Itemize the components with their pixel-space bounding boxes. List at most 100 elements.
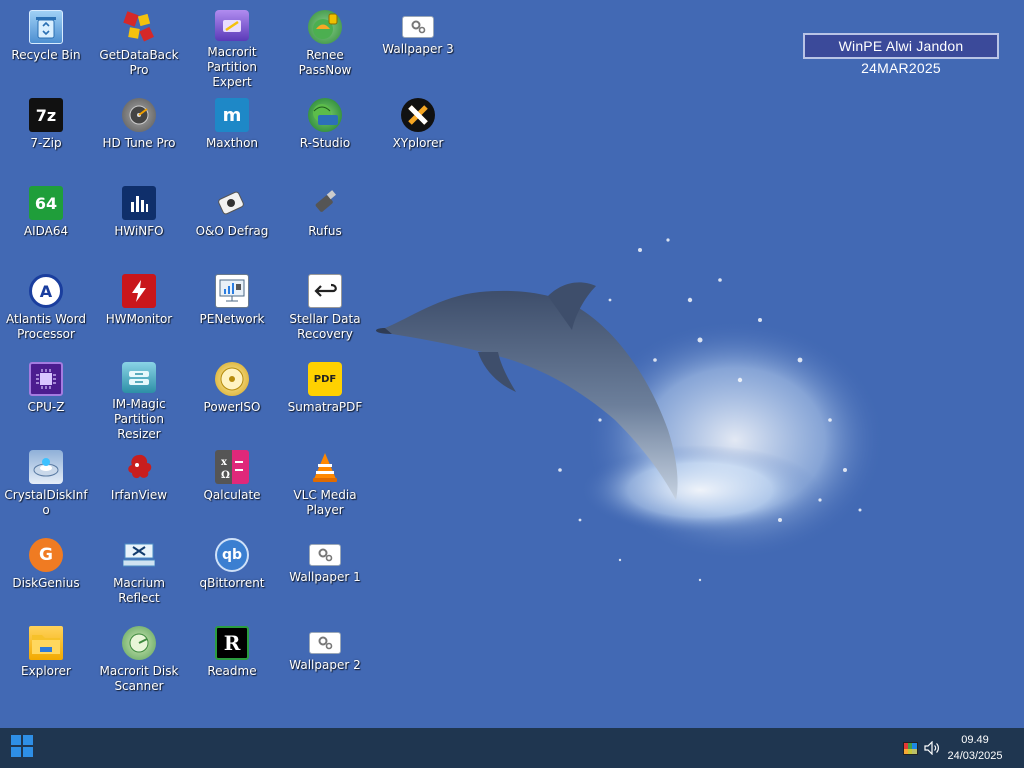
crystaldiskinfo-icon <box>29 450 63 484</box>
desktop-icon-label: Wallpaper 1 <box>289 570 361 584</box>
clock-time: 09.49 <box>961 734 989 746</box>
diskgenius-icon: G <box>29 538 63 572</box>
desktop-icon-label: Macrorit Disk Scanner <box>99 664 179 693</box>
recycle-bin-icon <box>29 10 63 44</box>
desktop-icon-label: qBittorrent <box>199 576 265 590</box>
qbittorrent-icon: qb <box>215 538 249 572</box>
desktop-icon-qalculate[interactable]: x Ω Qalculate <box>187 444 277 530</box>
desktop-icon-label: VLC Media Player <box>293 488 357 517</box>
desktop-icon-hwinfo[interactable]: HWiNFO <box>94 180 184 266</box>
desktop-icon-sumatrapdf[interactable]: PDF SumatraPDF <box>280 356 370 442</box>
windows-logo-icon <box>11 735 33 761</box>
desktop-icon-label: HWMonitor <box>105 312 173 326</box>
desktop-icon-penetwork[interactable]: PENetwork <box>187 268 277 354</box>
desktop-icon-readme[interactable]: R Readme <box>187 620 277 706</box>
desktop-icon-label: Macrorit Partition Expert <box>206 45 257 89</box>
desktop-icon-label: HWiNFO <box>114 224 164 238</box>
desktop-icon-aida64[interactable]: 64 AIDA64 <box>1 180 91 266</box>
desktop-icon-label: PowerISO <box>203 400 261 414</box>
desktop-icon-poweriso[interactable]: PowerISO <box>187 356 277 442</box>
macrium-icon <box>122 538 156 572</box>
desktop-icon-7-zip[interactable]: 7z 7-Zip <box>1 92 91 178</box>
svg-text:x: x <box>221 457 228 468</box>
taskbar: 09.49 24/03/2025 <box>0 728 1024 768</box>
desktop-icon-wallpaper-3[interactable]: Wallpaper 3 <box>373 4 463 90</box>
desktop-icon-wallpaper-2[interactable]: Wallpaper 2 <box>280 620 370 706</box>
desktop-icon-label: Atlantis Word Processor <box>6 312 86 341</box>
svg-text:Ω: Ω <box>221 470 230 481</box>
desktop-icon-label: SumatraPDF <box>287 400 363 414</box>
rstudio-icon <box>308 98 342 132</box>
desktop-icon-label: CPU-Z <box>27 400 65 414</box>
hwinfo-icon <box>122 186 156 220</box>
desktop-icon-label: Recycle Bin <box>11 48 81 62</box>
desktop-icon-label: Rufus <box>308 224 342 238</box>
maxthon-icon: m <box>215 98 249 132</box>
desktop-icon-label: IM-Magic Partition Resizer <box>112 397 166 441</box>
desktop-icon-macrium-reflect[interactable]: Macrium Reflect <box>94 532 184 618</box>
desktop-icon-label: Maxthon <box>205 136 259 150</box>
desktop-icon-label: 7-Zip <box>30 136 62 150</box>
xyplorer-icon <box>401 98 435 132</box>
qalculate-icon: xΩ <box>215 450 249 484</box>
desktop-icon-label: CrystalDiskInfo <box>4 488 88 517</box>
desktop[interactable]: Recycle Bin 7z 7-Zip 64 AIDA64 A Atlantis Word… <box>0 0 1024 728</box>
desktop-icon-xyplorer[interactable]: XYplorer <box>373 92 463 178</box>
desktop-icon-stellar-data-recovery[interactable]: Stellar Data Recovery <box>280 268 370 354</box>
desktop-icon-label: Macrium Reflect <box>113 576 165 605</box>
desktop-icon-wallpaper-1[interactable]: Wallpaper 1 <box>280 532 370 618</box>
system-clock[interactable]: 09.49 24/03/2025 <box>940 732 1010 764</box>
desktop-icon-irfanview[interactable]: IrfanView <box>94 444 184 530</box>
desktop-icon-label: HD Tune Pro <box>102 136 176 150</box>
clock-date: 24/03/2025 <box>947 750 1003 762</box>
desktop-icon-label: GetDataBack Pro <box>99 48 179 77</box>
desktop-icon-label: Renee PassNow <box>298 48 352 77</box>
desktop-icon-o-o-defrag[interactable]: O&O Defrag <box>187 180 277 266</box>
partition-expert-icon <box>215 10 249 41</box>
sumatrapdf-icon: PDF <box>308 362 342 396</box>
desktop-icon-crystaldiskinfo[interactable]: CrystalDiskInfo <box>1 444 91 530</box>
desktop-icon-label: XYplorer <box>392 136 444 150</box>
vlc-icon <box>308 450 342 484</box>
defrag-icon <box>215 186 249 220</box>
desktop-icon-maxthon[interactable]: m Maxthon <box>187 92 277 178</box>
start-button[interactable] <box>0 728 44 768</box>
desktop-icon-label: Wallpaper 2 <box>289 658 361 672</box>
folder-icon <box>29 626 63 660</box>
settings-gear-icon <box>309 632 341 654</box>
volume-icon[interactable] <box>924 740 940 756</box>
desktop-icon-macrorit-partition-expert[interactable]: Macrorit Partition Expert <box>187 4 277 90</box>
cpuz-icon <box>29 362 63 396</box>
desktop-icon-vlc-media-player[interactable]: VLC Media Player <box>280 444 370 530</box>
desktop-icon-macrorit-disk-scanner[interactable]: Macrorit Disk Scanner <box>94 620 184 706</box>
desktop-icon-label: DiskGenius <box>12 576 80 590</box>
desktop-icon-label: O&O Defrag <box>195 224 269 238</box>
irfanview-icon <box>122 450 156 484</box>
desktop-icon-label: Explorer <box>21 664 71 678</box>
stellar-icon <box>308 274 342 308</box>
desktop-icon-renee-passnow[interactable]: Renee PassNow <box>280 4 370 90</box>
hdtune-icon <box>122 98 156 132</box>
desktop-icon-rufus[interactable]: Rufus <box>280 180 370 266</box>
penetwork-icon <box>215 274 249 308</box>
desktop-icon-label: Wallpaper 3 <box>382 42 454 56</box>
getdataback-icon <box>122 10 156 44</box>
display-color-icon[interactable] <box>902 740 918 756</box>
desktop-icon-r-studio[interactable]: R-Studio <box>280 92 370 178</box>
desktop-icon-explorer[interactable]: Explorer <box>1 620 91 706</box>
desktop-icon-label: Readme <box>207 664 257 678</box>
hwmonitor-icon <box>122 274 156 308</box>
desktop-icon-qbittorrent[interactable]: qb qBittorrent <box>187 532 277 618</box>
poweriso-icon <box>215 362 249 396</box>
desktop-icon-hwmonitor[interactable]: HWMonitor <box>94 268 184 354</box>
desktop-icon-recycle-bin[interactable]: Recycle Bin <box>1 4 91 90</box>
desktop-icon-label: R-Studio <box>299 136 351 150</box>
desktop-icon-cpu-z[interactable]: CPU-Z <box>1 356 91 442</box>
desktop-icon-diskgenius[interactable]: G DiskGenius <box>1 532 91 618</box>
desktop-icon-hd-tune-pro[interactable]: HD Tune Pro <box>94 92 184 178</box>
atlantis-icon: A <box>29 274 63 308</box>
desktop-icon-label: Stellar Data Recovery <box>289 312 361 341</box>
desktop-icon-getdataback-pro[interactable]: GetDataBack Pro <box>94 4 184 90</box>
desktop-icon-im-magic-partition-resizer[interactable]: IM-Magic Partition Resizer <box>94 356 184 442</box>
desktop-icon-atlantis-word-processor[interactable]: A Atlantis Word Processor <box>1 268 91 354</box>
